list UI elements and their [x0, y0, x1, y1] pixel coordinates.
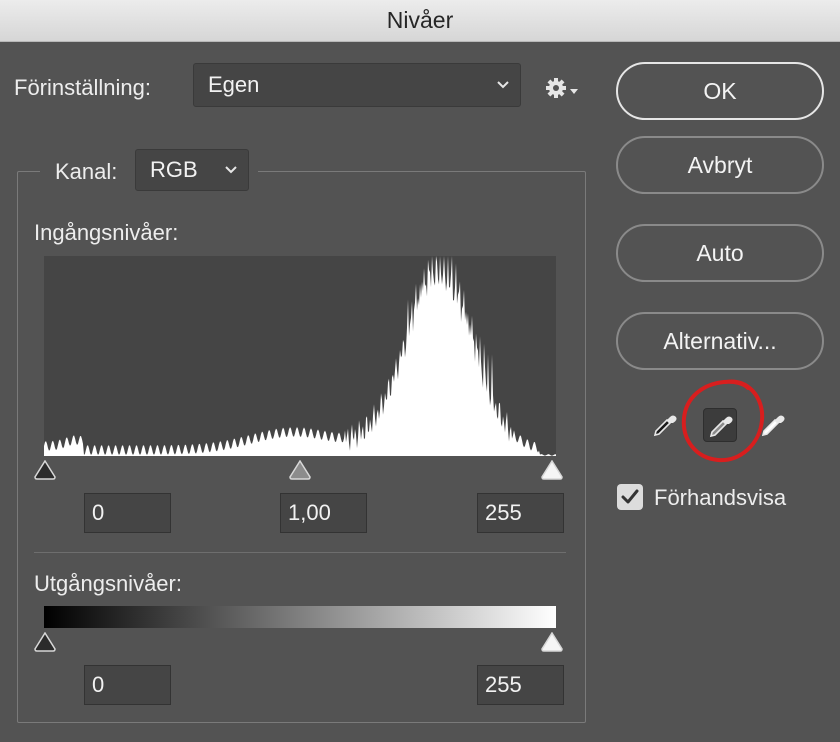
- cancel-button[interactable]: Avbryt: [616, 136, 824, 194]
- preset-value: Egen: [208, 72, 260, 97]
- input-levels-label: Ingångsnivåer:: [34, 220, 179, 245]
- ok-button[interactable]: OK: [616, 62, 824, 120]
- output-white-slider[interactable]: [541, 632, 563, 652]
- preset-label: Förinställning:: [14, 75, 151, 100]
- preview-checkbox[interactable]: [617, 484, 643, 510]
- checkmark-icon: [621, 489, 639, 504]
- input-black-field[interactable]: 0: [84, 493, 171, 533]
- eyedropper-gray-icon[interactable]: [703, 408, 737, 442]
- eyedropper-black-icon[interactable]: [648, 408, 682, 442]
- input-black-slider[interactable]: [34, 460, 56, 480]
- histogram-fill: [44, 256, 556, 456]
- title-bar: Nivåer: [0, 0, 840, 42]
- channel-label: Kanal:: [55, 159, 118, 184]
- output-levels-label: Utgångsnivåer:: [34, 571, 182, 596]
- auto-button[interactable]: Auto: [616, 224, 824, 282]
- input-gamma-field[interactable]: 1,00: [280, 493, 367, 533]
- window-title: Nivåer: [386, 7, 454, 33]
- output-black-slider[interactable]: [34, 632, 56, 652]
- section-divider: [34, 552, 566, 553]
- preview-label: Förhandsvisa: [654, 485, 787, 510]
- input-white-slider[interactable]: [541, 460, 563, 480]
- output-gradient-bar: [44, 606, 556, 628]
- channel-select[interactable]: RGB: [135, 149, 249, 191]
- options-button[interactable]: Alternativ...: [616, 312, 824, 370]
- output-white-field[interactable]: 255: [477, 665, 564, 705]
- eyedropper-white-icon[interactable]: [756, 408, 790, 442]
- chevron-down-icon: [225, 166, 237, 174]
- histogram: [44, 256, 556, 456]
- input-gamma-slider[interactable]: [289, 460, 311, 480]
- input-white-field[interactable]: 255: [477, 493, 564, 533]
- preset-select[interactable]: Egen: [193, 63, 521, 107]
- chevron-down-icon: [497, 81, 509, 89]
- gear-icon[interactable]: [544, 74, 580, 102]
- channel-value: RGB: [150, 157, 198, 182]
- histogram-graph: [44, 256, 556, 456]
- output-black-field[interactable]: 0: [84, 665, 171, 705]
